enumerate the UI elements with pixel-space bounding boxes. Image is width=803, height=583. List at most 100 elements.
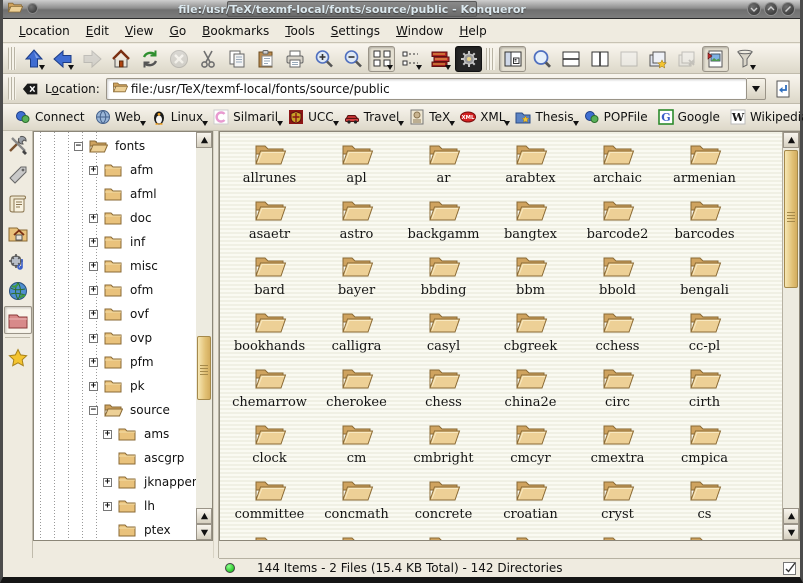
tree-expander-icon[interactable]: + (89, 358, 98, 367)
scroll-up-button-2[interactable] (783, 508, 799, 524)
filter-button[interactable] (731, 46, 758, 72)
folder-item-clock[interactable]: clock (226, 419, 313, 475)
folder-item-cherokee[interactable]: cherokee (313, 363, 400, 419)
folder-item-armenian[interactable]: armenian (661, 139, 748, 195)
bookmark-web[interactable]: Web (91, 107, 147, 127)
tree-scrollbar[interactable] (196, 132, 212, 540)
tree-item-jknappen[interactable]: +jknappen (34, 470, 196, 494)
folder-item-allrunes[interactable]: allrunes (226, 139, 313, 195)
folder-item-bbding[interactable]: bbding (400, 251, 487, 307)
icon-view-scrollbar[interactable] (782, 132, 799, 540)
konqueror-gear-button[interactable] (455, 46, 482, 72)
show-sidebar-button[interactable] (499, 46, 526, 72)
location-combo[interactable] (106, 78, 747, 100)
tree-expander-icon[interactable]: + (89, 238, 98, 247)
folder-item-archaic[interactable]: archaic (574, 139, 661, 195)
title-bar[interactable]: file:/usr/TeX/texmf-local/fonts/source/p… (3, 0, 800, 19)
scroll-down-button[interactable] (196, 524, 212, 540)
scrollbar-thumb[interactable] (197, 336, 211, 400)
bookmark-google[interactable]: GGoogle (654, 107, 726, 127)
split-top-bottom-button[interactable] (557, 46, 584, 72)
folder-item-bengali[interactable]: bengali (661, 251, 748, 307)
tree-item-doc[interactable]: +doc (34, 206, 196, 230)
folder-item-asaetr[interactable]: asaetr (226, 195, 313, 251)
tree-item-afm[interactable]: +afm (34, 158, 196, 182)
toolbar-drag-handle[interactable] (8, 47, 16, 70)
folder-item-cm[interactable]: cm (313, 419, 400, 475)
bookmark-tex[interactable]: TeX (405, 107, 456, 127)
folder-item-apl[interactable]: apl (313, 139, 400, 195)
folder-item-bangtex[interactable]: bangtex (487, 195, 574, 251)
folder-item[interactable] (400, 531, 487, 541)
menu-tools[interactable]: Tools (277, 21, 323, 41)
tree-expander-icon[interactable]: + (89, 334, 98, 343)
folder-item-arabtex[interactable]: arabtex (487, 139, 574, 195)
menu-help[interactable]: Help (451, 21, 494, 41)
folder-item-calligra[interactable]: calligra (313, 307, 400, 363)
folder-item-cmpica[interactable]: cmpica (661, 419, 748, 475)
copy-button[interactable] (223, 46, 250, 72)
menu-window[interactable]: Window (388, 21, 451, 41)
menu-location[interactable]: Location (11, 21, 78, 41)
folder-item-circ[interactable]: circ (574, 363, 661, 419)
tree-item-afml[interactable]: afml (34, 182, 196, 206)
folder-item-croatian[interactable]: croatian (487, 475, 574, 531)
folder-item-cbgreek[interactable]: cbgreek (487, 307, 574, 363)
folder-item-barcodes[interactable]: barcodes (661, 195, 748, 251)
scrollbar-thumb[interactable] (784, 150, 798, 288)
folder-item-bbm[interactable]: bbm (487, 251, 574, 307)
tree-item-ams[interactable]: +ams (34, 422, 196, 446)
folder-item[interactable] (487, 531, 574, 541)
folder-item-cryst[interactable]: cryst (574, 475, 661, 531)
up-button[interactable] (20, 46, 47, 72)
multicolumn-view-button[interactable] (397, 46, 424, 72)
view-mode-books-button[interactable] (426, 46, 453, 72)
tree-expander-icon[interactable]: − (74, 142, 83, 151)
folder-item-chemarrow[interactable]: chemarrow (226, 363, 313, 419)
scroll-up-button[interactable] (783, 132, 799, 148)
back-button[interactable] (49, 46, 76, 72)
folder-item-cchess[interactable]: cchess (574, 307, 661, 363)
scroll-up-button-2[interactable] (196, 508, 212, 524)
cut-button[interactable] (194, 46, 221, 72)
menu-view[interactable]: View (117, 21, 161, 41)
zoom-in-button[interactable] (310, 46, 337, 72)
folder-item-bayer[interactable]: bayer (313, 251, 400, 307)
folder-item-cc-pl[interactable]: cc-pl (661, 307, 748, 363)
tree-item-inf[interactable]: +inf (34, 230, 196, 254)
zoom-out-button[interactable] (339, 46, 366, 72)
bookmark-popfile[interactable]: POPFile (580, 107, 654, 127)
bookmark-linux[interactable]: Linux (147, 107, 209, 127)
menu-bookmarks[interactable]: Bookmarks (194, 21, 277, 41)
tree-expander-icon[interactable]: + (89, 310, 98, 319)
link-view-checkbox[interactable] (783, 562, 796, 575)
tree-expander-icon[interactable]: + (89, 262, 98, 271)
print-button[interactable] (281, 46, 308, 72)
folder-item-cirth[interactable]: cirth (661, 363, 748, 419)
reload-button[interactable] (136, 46, 163, 72)
folder-item-cmcyr[interactable]: cmcyr (487, 419, 574, 475)
scroll-up-button[interactable] (196, 132, 212, 148)
sidebar-tab-bookmark-star[interactable] (4, 344, 32, 372)
tree-item-ovf[interactable]: +ovf (34, 302, 196, 326)
paste-button[interactable] (252, 46, 279, 72)
icon-view-button[interactable] (368, 46, 395, 72)
go-button[interactable] (770, 76, 796, 102)
folder-item-cmextra[interactable]: cmextra (574, 419, 661, 475)
bookmark-xml[interactable]: XMLXML (456, 107, 511, 127)
folder-item-bookhands[interactable]: bookhands (226, 307, 313, 363)
find-button[interactable] (528, 46, 555, 72)
tree-expander-icon[interactable]: + (89, 214, 98, 223)
sidebar-tab-home-folder[interactable] (4, 219, 32, 247)
bookmark-ucc[interactable]: UCC (284, 107, 340, 127)
location-dropdown-button[interactable] (747, 78, 766, 100)
tree-expander-icon[interactable]: + (103, 478, 112, 487)
folder-item-ar[interactable]: ar (400, 139, 487, 195)
home-button[interactable] (107, 46, 134, 72)
folder-item[interactable] (574, 531, 661, 541)
tree-item-ptex[interactable]: ptex (34, 518, 196, 541)
bookmark-travel[interactable]: Travel (340, 107, 406, 127)
tree-expander-icon[interactable]: + (89, 286, 98, 295)
menu-edit[interactable]: Edit (78, 21, 117, 41)
split-left-right-button[interactable] (586, 46, 613, 72)
